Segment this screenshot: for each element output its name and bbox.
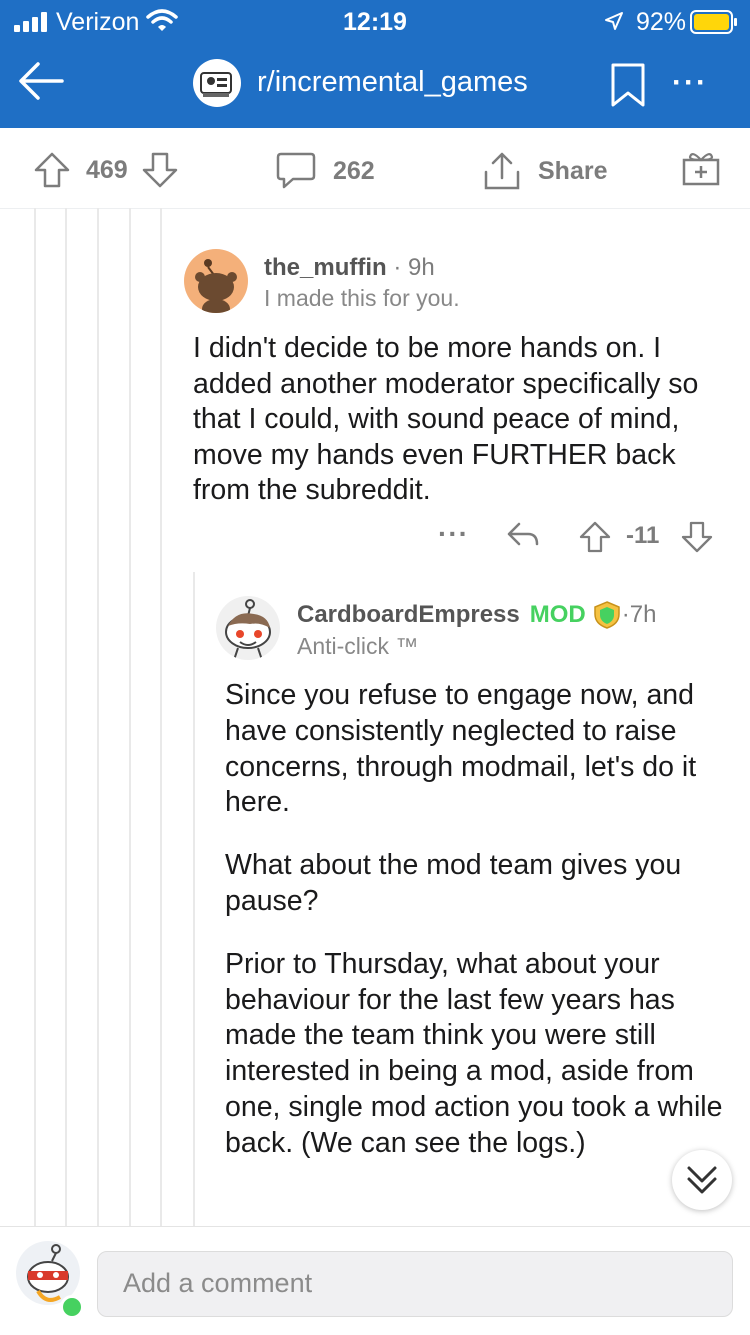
comment-meta: CardboardEmpress MOD · 7h — [297, 600, 656, 630]
award-button[interactable] — [680, 146, 722, 188]
comment-age: 7h — [629, 601, 657, 628]
avatar[interactable] — [184, 249, 248, 313]
gift-icon — [682, 153, 720, 186]
comment-age: 9h — [408, 254, 435, 281]
comment-actions: ··· -11 — [430, 518, 720, 558]
thread-line[interactable] — [129, 208, 131, 1226]
upvote-icon[interactable] — [578, 520, 612, 554]
comment-body: I didn't decide to be more hands on. I a… — [193, 332, 699, 506]
thread-line[interactable] — [160, 208, 162, 1226]
subreddit-icon[interactable] — [193, 59, 241, 107]
meta-separator: · — [621, 601, 630, 628]
comment-count: 262 — [333, 156, 375, 185]
comment-paragraph: Prior to Thursday, what about your behav… — [225, 947, 723, 1159]
thread-line[interactable] — [65, 208, 67, 1226]
thread-line[interactable] — [97, 208, 99, 1226]
post-action-bar: 469 262 Share — [0, 128, 750, 209]
comment-meta: the_muffin · 9h — [264, 254, 435, 282]
comment-composer-bar: Add a comment — [0, 1226, 750, 1335]
comment-username[interactable]: CardboardEmpress — [297, 601, 520, 629]
comment-more-icon[interactable]: ··· — [438, 518, 469, 550]
app-header: Verizon 12:19 92% r/incremental_games ··… — [0, 0, 750, 128]
add-comment-input[interactable]: Add a comment — [97, 1251, 733, 1317]
comment-paragraph: What about the mod team gives you pause? — [225, 849, 682, 917]
comment-username[interactable]: the_muffin — [264, 254, 387, 281]
meta-separator: · — [386, 254, 408, 281]
comment-icon — [276, 152, 316, 189]
chevron-double-down-icon — [687, 1166, 717, 1194]
downvote-icon[interactable] — [680, 520, 714, 554]
comment-score: -11 — [626, 522, 660, 549]
battery-icon — [690, 10, 737, 34]
back-arrow-icon[interactable] — [14, 54, 68, 108]
mod-shield-icon — [594, 601, 620, 629]
comment-paragraph: Since you refuse to engage now, and have… — [225, 679, 697, 819]
bookmark-icon[interactable] — [610, 62, 646, 108]
location-icon — [605, 12, 623, 30]
thread-line[interactable] — [34, 208, 36, 1226]
subreddit-title[interactable]: r/incremental_games — [257, 66, 528, 99]
reply-icon[interactable] — [506, 520, 540, 550]
jump-to-next-comment-button[interactable] — [672, 1150, 732, 1210]
status-bar: Verizon 12:19 92% — [0, 0, 750, 42]
mod-badge: MOD — [529, 601, 586, 628]
nav-bar: r/incremental_games ··· — [0, 52, 750, 122]
comment-body: Since you refuse to engage now, and have… — [225, 678, 725, 1189]
upvote-icon[interactable] — [32, 150, 72, 190]
user-flair: I made this for you. — [264, 285, 460, 311]
online-status-dot — [60, 1295, 84, 1319]
thread-line[interactable] — [193, 572, 195, 1226]
share-button[interactable]: Share — [482, 150, 607, 192]
user-flair: Anti-click ™ — [297, 633, 419, 659]
comments-button[interactable]: 262 — [275, 150, 375, 192]
vote-count: 469 — [86, 155, 128, 184]
avatar[interactable] — [216, 596, 280, 660]
vote-group: 469 — [32, 150, 180, 190]
more-options-icon[interactable]: ··· — [672, 66, 708, 100]
downvote-icon[interactable] — [140, 150, 180, 190]
battery-percent: 92% — [635, 8, 686, 36]
share-icon — [484, 152, 520, 190]
share-label: Share — [538, 156, 608, 185]
